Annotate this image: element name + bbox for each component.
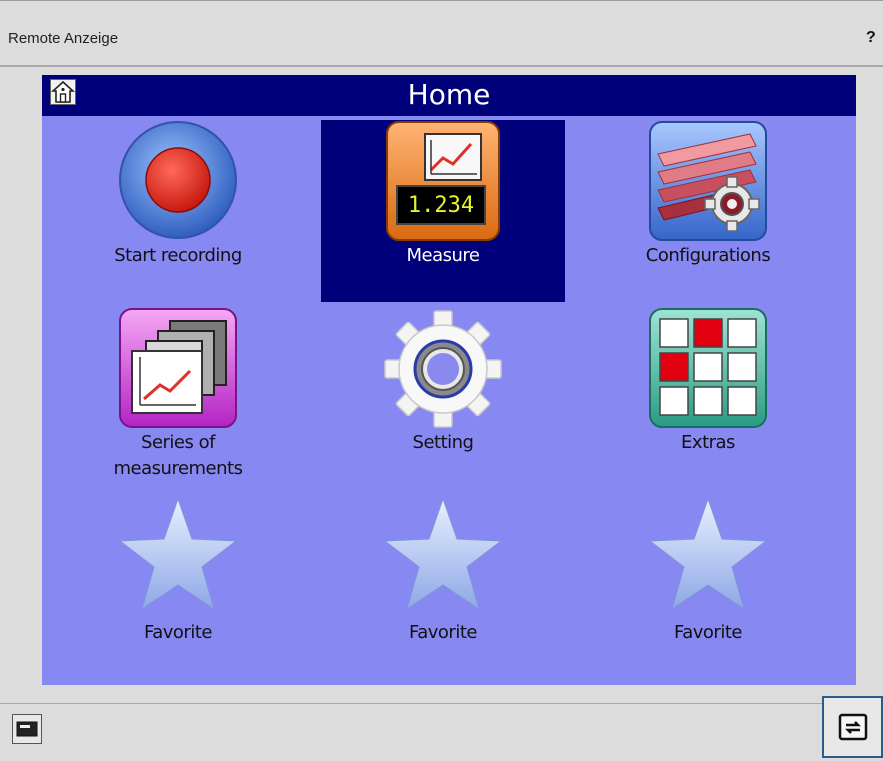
remote-display-window: Remote Anzeige ? Home Start recording 1.… [0,0,883,758]
tile-label: Favorite [674,622,742,643]
tile-series-of-measurements[interactable]: Series of measurements [56,307,300,489]
window-title: Remote Anzeige [8,30,119,47]
star-icon [648,497,768,611]
record-icon [119,121,237,239]
tile-setting[interactable]: Setting [321,307,565,487]
refresh-icon [838,713,868,741]
tile-label: Setting [412,432,474,453]
tile-label: Measure [406,245,481,266]
extras-grid-icon [649,308,767,428]
tile-label-line1: Series of [141,432,215,453]
tile-label: Extras [681,432,735,453]
series-icon [119,308,237,428]
tile-label: Start recording [114,245,242,266]
measure-icon: 1.234 [386,121,500,241]
tile-start-recording[interactable]: Start recording [56,120,300,300]
tile-favorite-3[interactable]: Favorite [586,495,830,655]
tile-favorite-1[interactable]: Favorite [56,495,300,655]
display-icon [16,721,38,737]
tile-label: Favorite [409,622,477,643]
page-title: Home [407,78,491,111]
tile-extras[interactable]: Extras [586,307,830,487]
tile-label: Favorite [144,622,212,643]
bottom-toolbar [0,696,883,758]
gear-icon [384,310,502,428]
tile-configurations[interactable]: Configurations [586,120,830,300]
star-icon [118,497,238,611]
star-icon [383,497,503,611]
tile-label: Configurations [645,245,771,266]
measure-display-value: 1.234 [408,193,474,218]
screen-header: Home [42,75,856,116]
display-button[interactable] [12,714,42,744]
refresh-button[interactable] [822,696,883,758]
help-button[interactable]: ? [866,29,876,47]
title-bar: Remote Anzeige ? [0,1,883,67]
device-screen: Home Start recording 1.234 Measure Confi… [42,75,856,685]
configurations-icon [649,121,767,241]
tile-favorite-2[interactable]: Favorite [321,495,565,655]
tile-measure[interactable]: 1.234 Measure [321,120,565,302]
tile-label-line2: measurements [113,458,243,479]
